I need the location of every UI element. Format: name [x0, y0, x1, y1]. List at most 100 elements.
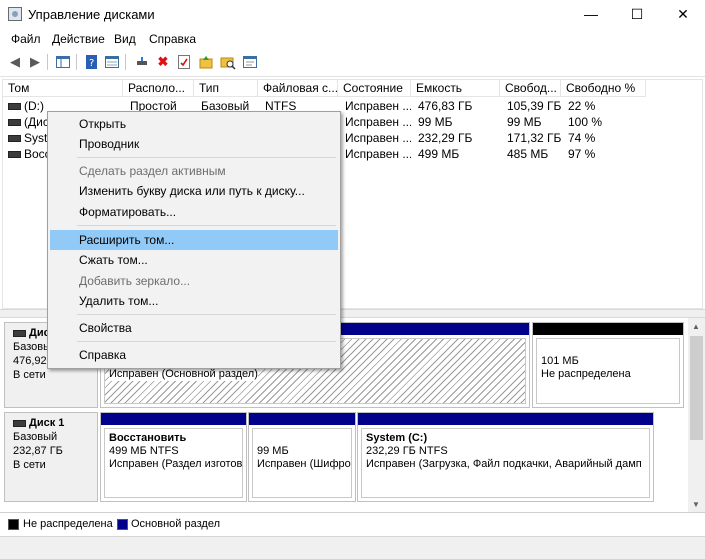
disk-1-name-row: Диск 1: [13, 416, 89, 430]
capacity-cell: 499 МБ: [418, 147, 460, 161]
disk-icon: [13, 419, 26, 427]
partition-d-status: Исправен (Основной раздел): [109, 368, 258, 381]
free-space-cell: 99 МБ: [507, 115, 542, 129]
menu-item-change-drive-letter[interactable]: Изменить букву диска или путь к диску...: [50, 181, 338, 201]
toolbar: ◀ ▶ ? ✖: [0, 49, 705, 77]
disk-1-name: Диск 1: [29, 417, 65, 429]
partition-title: System (C:): [366, 432, 428, 444]
partition-size: 99 МБ: [257, 445, 289, 457]
partition-status: Исправен (Раздел изготов: [109, 458, 243, 470]
legend-unallocated: Не распределена: [23, 518, 113, 530]
menu-file[interactable]: Файл: [11, 32, 41, 46]
menu-item-extend-volume[interactable]: Расширить том...: [50, 230, 338, 250]
forward-arrow-icon[interactable]: ▶: [27, 54, 43, 70]
partition-status: Исправен (Шифро: [257, 458, 351, 470]
scroll-up-icon[interactable]: ▲: [692, 322, 700, 331]
toolbar-separator: [125, 54, 126, 70]
menu-item-delete-volume[interactable]: Удалить том...: [50, 291, 338, 311]
free-percent-cell: 97 %: [568, 147, 596, 161]
capacity-cell: 232,29 ГБ: [418, 131, 473, 145]
status-cell: Исправен ...: [345, 131, 411, 145]
unallocated-body: 101 МБ Не распределена: [536, 338, 680, 404]
window-title: Управление дисками: [28, 7, 155, 22]
volume-name: (Дис: [24, 115, 49, 129]
menu-item-properties[interactable]: Свойства: [50, 318, 338, 338]
menu-item-format[interactable]: Форматировать...: [50, 202, 338, 222]
context-menu: Открыть Проводник Сделать раздел активны…: [47, 111, 341, 369]
unallocated-size: 101 МБ: [541, 355, 579, 367]
partition-status: Исправен (Загрузка, Файл подкачки, Авари…: [366, 458, 642, 470]
column-header-layout[interactable]: Располо...: [123, 80, 194, 97]
menu-item-open[interactable]: Открыть: [50, 114, 338, 134]
free-percent-cell: 22 %: [568, 99, 596, 113]
connect-disk-icon[interactable]: [134, 54, 150, 70]
rescan-window-icon[interactable]: [242, 54, 258, 70]
column-header-free-percent[interactable]: Свободно %: [561, 80, 646, 97]
unallocated-space[interactable]: 101 МБ Не распределена: [532, 322, 684, 408]
partition-size: 499 МБ NTFS: [109, 445, 179, 457]
volume-icon: [8, 151, 21, 159]
primary-partition-bar: [249, 413, 355, 425]
volume-icon: [8, 103, 21, 111]
menu-item-make-active: Сделать раздел активным: [79, 164, 226, 178]
column-header-filesystem[interactable]: Файловая с...: [258, 80, 338, 97]
scroll-down-icon[interactable]: ▼: [692, 500, 700, 509]
back-arrow-icon[interactable]: ◀: [7, 54, 23, 70]
console-tree-icon[interactable]: [55, 54, 71, 70]
volume-name: (D:): [24, 99, 44, 113]
partition-system-body: System (C:) 232,29 ГБ NTFS Исправен (Заг…: [361, 428, 650, 498]
column-header-capacity[interactable]: Емкость: [411, 80, 500, 97]
scrollbar-thumb[interactable]: [690, 336, 703, 440]
unallocated-label: Не распределена: [541, 368, 631, 380]
properties-check-icon[interactable]: [176, 54, 192, 70]
disk-1-type: Базовый: [13, 431, 58, 443]
unallocated-swatch: [8, 519, 19, 530]
primary-partition-bar: [358, 413, 653, 425]
status-cell: Исправен ...: [345, 147, 411, 161]
delete-icon[interactable]: ✖: [155, 54, 171, 70]
column-header-free-space[interactable]: Свобод...: [500, 80, 561, 97]
status-cell: Исправен ...: [345, 99, 411, 113]
partition-efi[interactable]: 99 МБ Исправен (Шифро: [248, 412, 356, 502]
close-button[interactable]: ✕: [660, 0, 705, 29]
disk-1-label[interactable]: Диск 1 Базовый 232,87 ГБ В сети: [4, 412, 98, 502]
column-header-type[interactable]: Тип: [194, 80, 258, 97]
volume-icon: [8, 119, 21, 127]
title-bar: Управление дисками — ☐ ✕: [0, 0, 705, 29]
volume-icon: [8, 135, 21, 143]
toolbar-separator: [76, 54, 77, 70]
menu-item-help[interactable]: Справка: [50, 345, 338, 365]
status-cell: Исправен ...: [345, 115, 411, 129]
partition-system-c[interactable]: System (C:) 232,29 ГБ NTFS Исправен (Заг…: [357, 412, 654, 502]
menu-view[interactable]: Вид: [114, 32, 136, 46]
menu-action[interactable]: Действие: [52, 32, 105, 46]
search-folder-icon[interactable]: [220, 54, 236, 70]
partition-size: 232,29 ГБ NTFS: [366, 445, 448, 457]
menu-separator: [77, 314, 336, 315]
menu-separator: [77, 225, 336, 226]
partition-title: [257, 432, 347, 445]
free-percent-cell: 100 %: [568, 115, 603, 129]
status-bar: [0, 536, 705, 559]
help-book-icon[interactable]: ?: [84, 54, 100, 70]
maximize-button[interactable]: ☐: [614, 0, 660, 29]
free-percent-cell: 74 %: [568, 131, 596, 145]
view-pane-icon[interactable]: [104, 54, 120, 70]
capacity-cell: 476,83 ГБ: [418, 99, 473, 113]
minimize-button[interactable]: —: [568, 0, 614, 29]
free-space-cell: 485 МБ: [507, 147, 549, 161]
menu-help[interactable]: Справка: [149, 32, 196, 46]
menu-item-explorer[interactable]: Проводник: [50, 134, 338, 154]
column-header-volume[interactable]: Том: [3, 80, 123, 97]
disk-1-size: 232,87 ГБ: [13, 445, 63, 457]
menu-item-shrink-volume[interactable]: Сжать том...: [50, 250, 338, 270]
disk-icon: [13, 329, 26, 337]
free-space-cell: 105,39 ГБ: [507, 99, 561, 113]
unallocated-bar: [533, 323, 683, 335]
legend-primary: Основной раздел: [131, 518, 220, 530]
column-header-status[interactable]: Состояние: [338, 80, 411, 97]
partition-efi-body: 99 МБ Исправен (Шифро: [252, 428, 352, 498]
partition-recovery[interactable]: Восстановить 499 МБ NTFS Исправен (Разде…: [100, 412, 247, 502]
partition-title: Восстановить: [109, 432, 187, 444]
folder-up-icon[interactable]: [198, 54, 214, 70]
